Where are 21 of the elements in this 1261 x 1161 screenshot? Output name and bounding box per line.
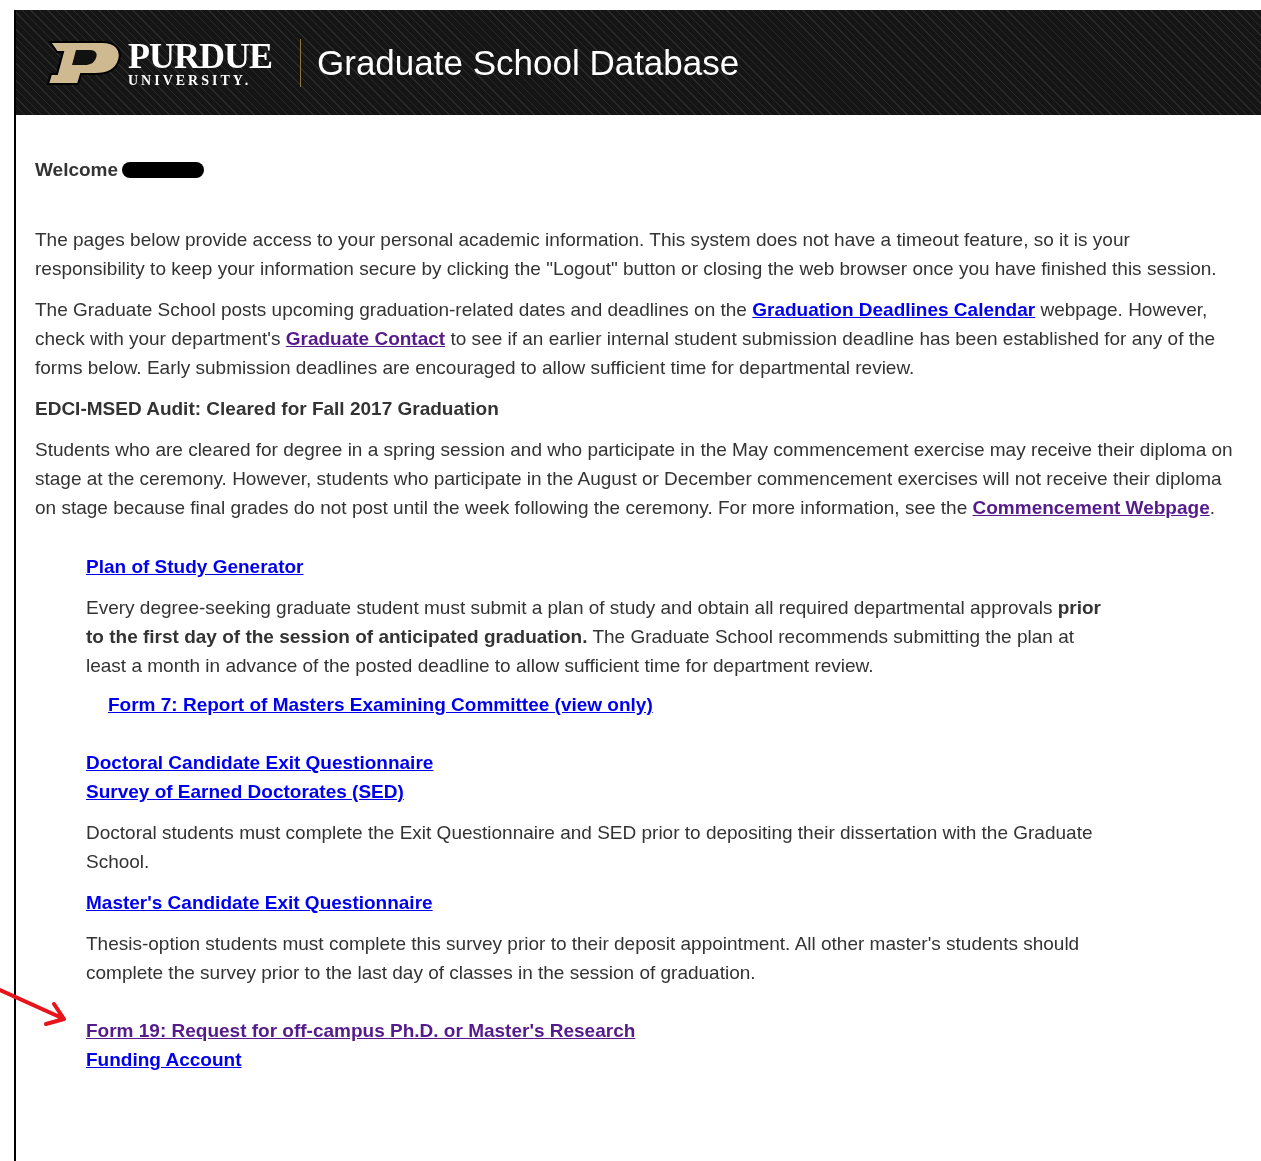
- link[interactable]: Survey of Earned Doctorates (SED): [86, 781, 404, 802]
- paragraph: Students who are cleared for degree in a spring session and who participate in the May commencement exercise may receive their diploma on stage at the ceremony. However, students who participate in the August or December commencement exercises will not receive their diploma on stage because final grades do not post until the week following the ceremony. For more information, see the Commencement Webpage.: [35, 438, 1234, 520]
- link[interactable]: Form 19: Request for off-campus Ph.D. or Master's Research: [86, 1020, 636, 1041]
- page-title: Graduate School Database: [317, 42, 740, 83]
- link[interactable]: Commencement Webpage: [972, 497, 1210, 518]
- paragraph: The pages below provide access to your personal academic information. This system does not have a timeout feature, so it is your responsibility to keep your information secure by clicking the "Logout" button or closing the web browser once you have finished this session.: [35, 228, 1218, 281]
- link[interactable]: Form 7: Report of Masters Examining Committee (view only): [108, 694, 653, 715]
- link[interactable]: Graduate Contact: [285, 328, 446, 349]
- logo-wordmark: PURDUE: [128, 37, 272, 74]
- audit-status: EDCI-MSED Audit: Cleared for Fall 2017 Graduation: [35, 397, 500, 421]
- paragraph: The Graduate School posts upcoming graduation-related dates and deadlines on the Graduation Deadlines Calendar webpage. However, check with your department's Graduate Contact to see if an earlier internal student submission deadline has been established for any of the forms below. Early submission deadlines are encouraged to allow sufficient time for departmental review.: [35, 298, 1217, 380]
- logo-subtitle: UNIVERSITY.: [128, 73, 253, 88]
- link[interactable]: Graduation Deadlines Calendar: [752, 299, 1036, 320]
- paragraph: Doctoral students must complete the Exit Questionnaire and SED prior to depositing their dissertation with the Graduate School.: [86, 821, 1094, 874]
- paragraph: Every degree-seeking graduate student must submit a plan of study and obtain all required departmental approvals prior to the first day of the session of anticipated graduation. The Graduate School recommends submitting the plan at least a month in advance of the posted deadline to allow sufficient time for department review.: [86, 596, 1102, 678]
- paragraph: Thesis-option students must complete this survey prior to their deposit appointment. All other master's students should complete the survey prior to the last day of classes in the session of graduation.: [86, 932, 1081, 985]
- link[interactable]: Plan of Study Generator: [86, 556, 304, 577]
- link[interactable]: Funding Account: [86, 1049, 242, 1070]
- link[interactable]: Master's Candidate Exit Questionnaire: [86, 892, 433, 913]
- link[interactable]: Doctoral Candidate Exit Questionnaire: [86, 752, 434, 773]
- welcome-text: Welcome: [35, 158, 119, 182]
